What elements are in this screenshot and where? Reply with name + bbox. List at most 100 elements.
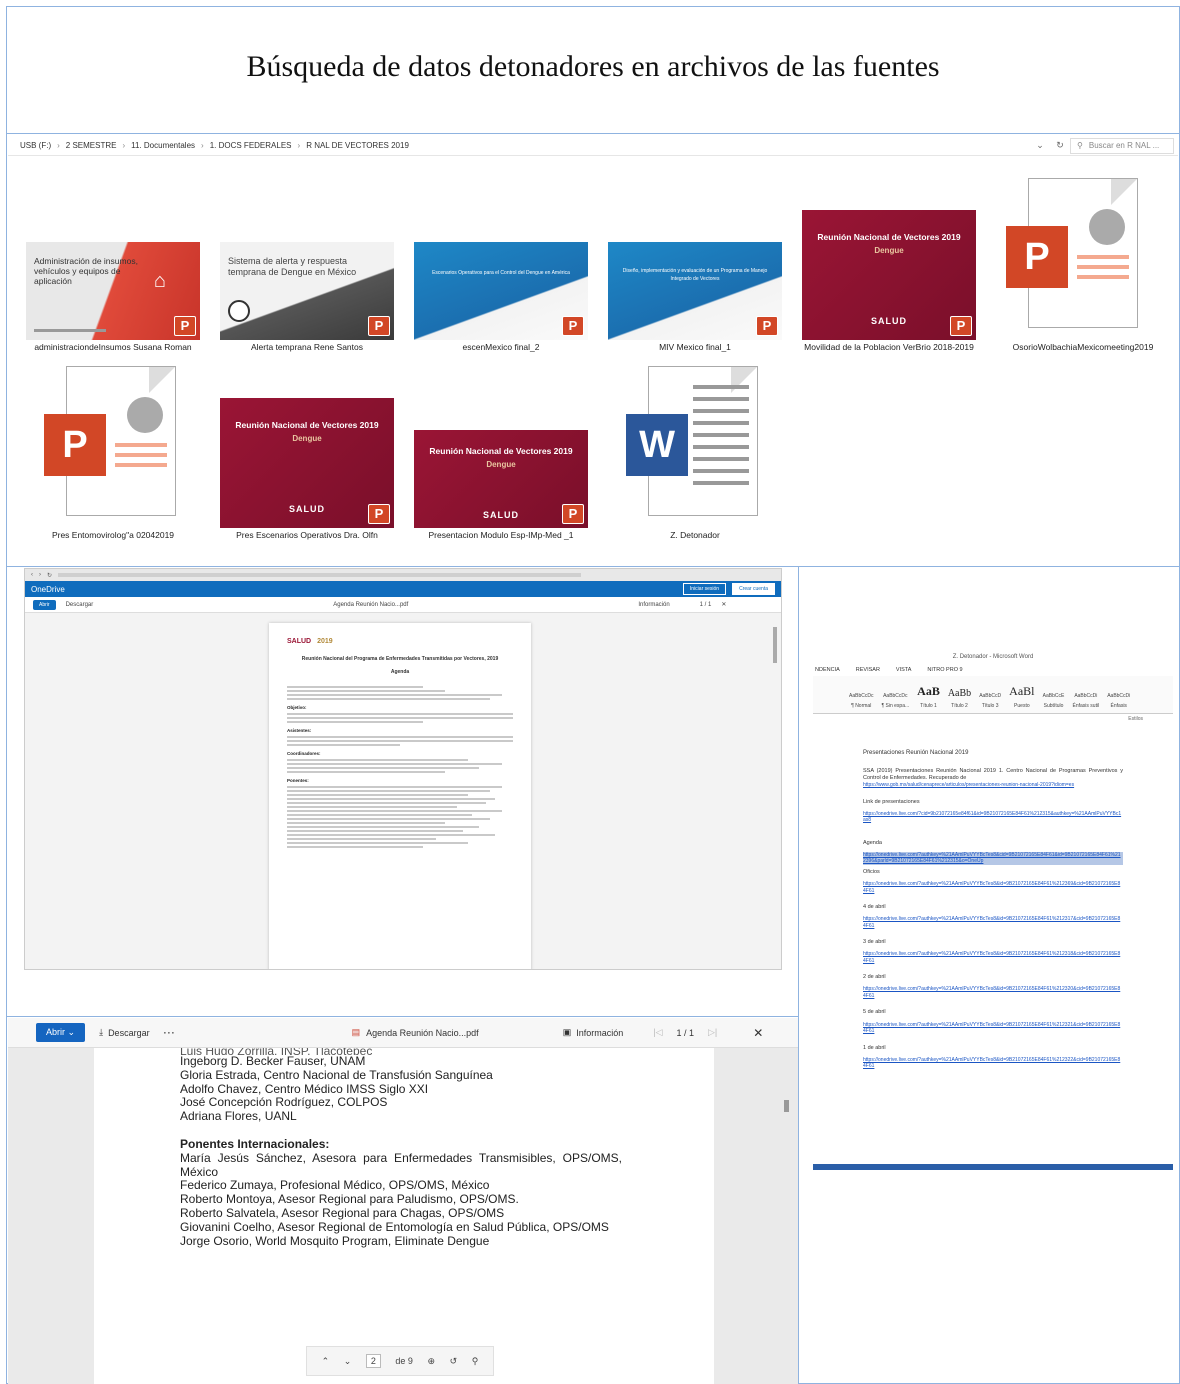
speaker-line: Gloria Estrada, Centro Nacional de Trans… (180, 1067, 493, 1082)
browser-address-bar[interactable]: ‹ › ↻ (25, 569, 781, 581)
refresh-icon[interactable]: ↻ (1050, 140, 1070, 151)
file-tile[interactable]: Administración de insumos, vehículos y e… (26, 240, 200, 352)
breadcrumb-documentales[interactable]: 11. Documentales (131, 141, 195, 150)
chevron-down-icon[interactable]: ⌄ (1030, 140, 1050, 151)
doc-link[interactable]: https://onedrive.live.com/?cid=9b2107216… (863, 811, 1123, 824)
document-body[interactable]: Presentaciones Reunión Nacional 2019 SSA… (813, 722, 1173, 1070)
style-sample: AaBbCcD (979, 693, 1002, 699)
page-total: de 9 (395, 1356, 413, 1366)
breadcrumb-docs-federales[interactable]: 1. DOCS FEDERALES (210, 141, 292, 150)
search-input[interactable]: ⚲ Buscar en R NAL ... (1070, 137, 1174, 154)
tab-referencias[interactable]: NDENCIA (815, 667, 840, 673)
doc-link[interactable]: https://onedrive.live.com/?authkey=%21AA… (863, 916, 1123, 929)
file-tile[interactable]: Escenarios Operativos para el Control de… (414, 240, 588, 352)
download-button[interactable]: Descargar (66, 602, 94, 608)
doc-link[interactable]: https://onedrive.live.com/?authkey=%21AA… (863, 1022, 1123, 1035)
create-account-button[interactable]: Crear cuenta (732, 583, 775, 595)
style-name: ¶ Normal (851, 703, 872, 709)
word-window: Z. Detonador - Microsoft Word NDENCIA RE… (813, 650, 1173, 1170)
file-tile[interactable]: Reunión Nacional de Vectores 2019 Dengue… (802, 210, 976, 352)
speaker-line: José Concepción Rodríguez, COLPOS (180, 1095, 388, 1110)
style-sin-espaciado[interactable]: AaBbCcDc ¶ Sin espa... (881, 693, 909, 709)
thumbnail-title: Reunión Nacional de Vectores 2019 (817, 232, 961, 242)
info-label: Información (576, 1027, 624, 1038)
info-button[interactable]: Información (638, 602, 669, 608)
doc-link[interactable]: https://onedrive.live.com/?authkey=%21AA… (863, 1057, 1123, 1070)
file-name: Movilidad de la Poblacion VerBrio 2018-2… (804, 342, 974, 352)
style-sample: AaBbCcDi (1074, 693, 1098, 699)
file-tile[interactable]: P OsorioWolbachiaMexicomeeting2019 (998, 176, 1168, 352)
address-bar[interactable]: USB (F:) › 2 SEMESTRE › 11. Documentales › … (8, 136, 1178, 156)
file-tile[interactable]: Sistema de alerta y respuesta temprana d… (220, 240, 394, 352)
rotate-icon[interactable]: ↺ (450, 1356, 458, 1367)
file-tile[interactable]: Reunión Nacional de Vectores 2019 Dengue… (220, 398, 394, 540)
style-name: Subtítulo (1043, 703, 1064, 709)
style-titulo-3[interactable]: AaBbCcD Título 3 (979, 693, 1001, 709)
search-icon[interactable]: ⚲ (472, 1356, 479, 1367)
next-icon[interactable]: ▷| (708, 1027, 717, 1038)
file-tile[interactable]: W Z. Detonador (608, 364, 782, 540)
zoom-in-icon[interactable]: ⊕ (428, 1356, 436, 1367)
info-button[interactable]: ▣ Información (563, 1027, 624, 1038)
close-icon[interactable]: ✕ (753, 1026, 763, 1040)
chevron-up-icon[interactable]: ⌃ (322, 1356, 330, 1367)
scrollbar[interactable] (773, 627, 777, 663)
forward-icon[interactable]: › (39, 572, 41, 578)
doc-link[interactable]: https://onedrive.live.com/?authkey=%21AA… (863, 986, 1123, 999)
breadcrumb-drive[interactable]: USB (F:) (20, 141, 51, 150)
url-text[interactable] (58, 573, 581, 577)
powerpoint-icon: P (756, 316, 778, 336)
file-tile[interactable]: P Pres Entomovirolog"a 02042019 (26, 364, 200, 540)
download-button[interactable]: ⤓ Descargar (99, 1027, 150, 1038)
style-subtitulo[interactable]: AaBbCcE Subtítulo (1043, 693, 1065, 709)
thumbnail-footer (34, 329, 106, 332)
back-icon[interactable]: ‹ (31, 572, 33, 578)
tab-nitro[interactable]: NITRO PRO 9 (927, 667, 962, 673)
pdf-label: Coordinadores: (287, 751, 321, 757)
chevron-down-icon[interactable]: ⌄ (344, 1356, 352, 1367)
file-name-label: Agenda Reunión Nacio...pdf (366, 1027, 479, 1038)
style-name: Énfasis sutil (1072, 703, 1100, 709)
previous-icon[interactable]: |◁ (653, 1027, 662, 1038)
powerpoint-icon: P (174, 316, 196, 336)
style-sample: AaBbCcE (1042, 693, 1065, 699)
file-name: MIV Mexico final_1 (659, 342, 731, 352)
breadcrumb-semestre[interactable]: 2 SEMESTRE (66, 141, 117, 150)
open-button[interactable]: Abrir (33, 599, 56, 610)
scrollbar[interactable] (784, 1100, 789, 1112)
tab-revisar[interactable]: REVISAR (856, 667, 880, 673)
open-button[interactable]: Abrir ⌄ (36, 1023, 86, 1042)
file-tile[interactable]: Reunión Nacional de Vectores 2019 Dengue… (414, 430, 588, 540)
style-enfasis-sutil[interactable]: AaBbCcDi Énfasis sutil (1073, 693, 1100, 709)
style-enfasis[interactable]: AaBbCcDi Énfasis (1107, 693, 1130, 709)
powerpoint-icon: P (562, 316, 584, 336)
file-name: Z. Detonador (670, 530, 720, 540)
chevron-right-icon: › (122, 141, 126, 150)
doc-link[interactable]: https://onedrive.live.com/?authkey=%21AA… (863, 881, 1123, 894)
breadcrumb: USB (F:) › 2 SEMESTRE › 11. Documentales › … (8, 141, 1030, 150)
doc-link-selected[interactable]: https://onedrive.live.com/?authkey=%21AA… (863, 851, 1123, 865)
style-titulo-1[interactable]: AaB Título 1 (917, 684, 940, 709)
doc-label: Link de presentaciones (863, 798, 920, 805)
thumbnail-subtitle: Dengue (486, 460, 516, 470)
thumbnail-subtitle: Dengue (874, 246, 904, 256)
onedrive-brand[interactable]: OneDrive (31, 585, 65, 594)
style-titulo-2[interactable]: AaBb Título 2 (948, 688, 971, 709)
file-tile[interactable]: Diseño, implementación y evaluación de u… (608, 240, 782, 352)
onedrive-header: OneDrive Iniciar sesión Crear cuenta (25, 581, 781, 597)
close-icon[interactable]: ✕ (721, 601, 726, 608)
doc-link[interactable]: https://onedrive.live.com/?authkey=%21AA… (863, 951, 1123, 964)
doc-link[interactable]: https://www.gob.mx/salud/cenaprece/artic… (863, 782, 1123, 789)
style-normal[interactable]: AaBbCcDc ¶ Normal (849, 693, 873, 709)
breadcrumb-vectores[interactable]: R NAL DE VECTORES 2019 (306, 141, 409, 150)
speaker-line: Roberto Salvatela, Asesor Regional para … (180, 1205, 505, 1220)
more-options-button[interactable]: ··· (164, 1028, 176, 1038)
page-number-input[interactable]: 2 (365, 1354, 381, 1368)
word-title: Z. Detonador - Microsoft Word (952, 654, 1034, 660)
style-sample: AaBb (947, 688, 972, 699)
style-puesto[interactable]: AaBl Puesto (1009, 684, 1034, 709)
reload-icon[interactable]: ↻ (47, 572, 52, 579)
signin-button[interactable]: Iniciar sesión (682, 583, 727, 595)
file-thumbnail: Administración de insumos, vehículos y e… (26, 242, 200, 340)
tab-vista[interactable]: VISTA (896, 667, 912, 673)
